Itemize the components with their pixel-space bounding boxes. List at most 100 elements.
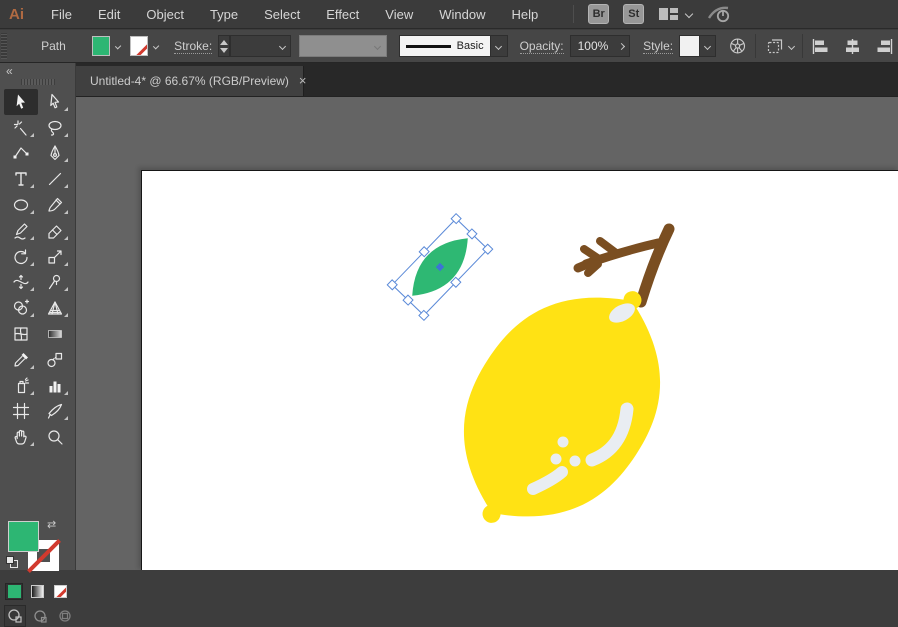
menu-select[interactable]: Select: [251, 0, 313, 29]
menu-view[interactable]: View: [372, 0, 426, 29]
fill-well[interactable]: [8, 521, 39, 552]
selection-tool[interactable]: [4, 89, 38, 115]
share-icon[interactable]: [706, 4, 732, 24]
menu-window[interactable]: Window: [426, 0, 498, 29]
align-center-icon[interactable]: [843, 38, 862, 55]
curvature-tool[interactable]: [4, 141, 38, 167]
selection-handles[interactable]: [386, 212, 494, 322]
stepper-down-icon[interactable]: [219, 47, 228, 53]
direct-selection-tool[interactable]: [38, 89, 72, 115]
slice-tool[interactable]: [38, 399, 72, 425]
column-graph-tool[interactable]: [38, 373, 72, 399]
opacity-field[interactable]: 100%: [569, 35, 631, 57]
line-segment-tool[interactable]: [38, 166, 72, 192]
eyedropper-tool[interactable]: [4, 347, 38, 373]
collapse-panel-icon[interactable]: «: [6, 64, 13, 78]
gradient-button-swatch: [30, 585, 44, 598]
chevron-down-icon: [495, 42, 503, 50]
color-button-swatch: [7, 585, 21, 598]
artboard-tool[interactable]: [4, 399, 38, 425]
stepper-up-icon[interactable]: [219, 39, 228, 45]
align-right-icon[interactable]: [875, 38, 894, 55]
rotate-tool[interactable]: [4, 244, 38, 270]
tab-close-icon[interactable]: ×: [299, 74, 307, 87]
draw-inside-button[interactable]: [54, 605, 76, 627]
chevron-down-icon: [684, 9, 694, 19]
width-tool[interactable]: [4, 270, 38, 296]
color-button[interactable]: [5, 583, 23, 600]
control-bar-separator: [802, 34, 804, 58]
opacity-label[interactable]: Opacity:: [519, 39, 564, 54]
tool-grid: [4, 89, 72, 450]
chevron-right-icon: [617, 42, 625, 50]
control-bar: Path Stroke: Basic Opacity: 100% Style:: [0, 30, 898, 63]
bridge-button[interactable]: Br: [588, 4, 610, 24]
style-label[interactable]: Style:: [643, 39, 674, 54]
draw-behind-button[interactable]: [29, 605, 51, 627]
align-left-icon[interactable]: [811, 38, 830, 55]
app-logo: Ai: [9, 5, 24, 23]
menu-effect[interactable]: Effect: [313, 0, 372, 29]
recolor-artwork-icon[interactable]: [728, 35, 747, 57]
fill-color-swatch[interactable]: [91, 36, 110, 56]
isolate-mode-icon: [768, 39, 783, 54]
lemon-stem[interactable]: [573, 223, 675, 308]
scale-tool[interactable]: [38, 244, 72, 270]
draw-normal-button[interactable]: [4, 605, 26, 627]
swap-fill-stroke-icon[interactable]: ⇄: [47, 518, 56, 531]
stroke-color-swatch[interactable]: [129, 36, 148, 56]
perspective-grid-tool[interactable]: [38, 295, 72, 321]
mesh-tool[interactable]: [4, 321, 38, 347]
paintbrush-tool[interactable]: [38, 192, 72, 218]
canvas-pasteboard[interactable]: [76, 96, 898, 570]
shaper-tool[interactable]: [4, 218, 38, 244]
paint-style-buttons: [5, 583, 69, 600]
fill-stroke-wells: ⇄: [0, 513, 76, 579]
control-bar-grip[interactable]: [1, 33, 8, 59]
stroke-weight-stepper[interactable]: [218, 35, 230, 57]
ellipse-tool[interactable]: [4, 192, 38, 218]
fill-chevron-down-icon[interactable]: [114, 42, 122, 50]
symbol-sprayer-tool[interactable]: [4, 373, 38, 399]
default-fill-stroke-icon[interactable]: [6, 556, 18, 568]
menu-file[interactable]: File: [38, 0, 85, 29]
zoom-tool[interactable]: [38, 424, 72, 450]
brush-definition-select[interactable]: Basic: [398, 35, 508, 57]
stock-button[interactable]: St: [623, 4, 645, 24]
stroke-weight-select[interactable]: [229, 35, 292, 57]
gradient-button[interactable]: [28, 583, 46, 600]
menubar-separator: [573, 5, 575, 23]
none-button-swatch: [53, 585, 67, 598]
type-tool[interactable]: [4, 166, 38, 192]
none-button[interactable]: [51, 583, 69, 600]
chevron-down-icon: [788, 42, 796, 50]
menu-type[interactable]: Type: [197, 0, 251, 29]
drawing-mode-buttons: [4, 605, 76, 627]
menu-object[interactable]: Object: [133, 0, 197, 29]
blend-tool[interactable]: [38, 347, 72, 373]
chevron-down-icon: [374, 42, 382, 50]
opacity-value: 100%: [577, 39, 609, 53]
chevron-down-icon: [704, 42, 712, 50]
artwork-layer: [386, 212, 711, 570]
hand-tool[interactable]: [4, 424, 38, 450]
document-tab[interactable]: Untitled-4* @ 66.67% (RGB/Preview) ×: [76, 66, 307, 96]
isolate-mode-button[interactable]: [764, 36, 796, 56]
menu-edit[interactable]: Edit: [85, 0, 133, 29]
gradient-tool[interactable]: [38, 321, 72, 347]
control-bar-separator: [755, 34, 757, 58]
pen-tool[interactable]: [38, 141, 72, 167]
magic-wand-tool[interactable]: [4, 115, 38, 141]
lasso-tool[interactable]: [38, 115, 72, 141]
lemon-body[interactable]: [413, 244, 711, 570]
stroke-chevron-down-icon[interactable]: [152, 42, 160, 50]
stroke-panel-label[interactable]: Stroke:: [174, 39, 213, 54]
menu-help[interactable]: Help: [498, 0, 551, 29]
puppet-warp-tool[interactable]: [38, 270, 72, 296]
style-select[interactable]: [679, 35, 717, 57]
eraser-tool[interactable]: [38, 218, 72, 244]
shape-builder-tool[interactable]: [4, 295, 38, 321]
panel-grip[interactable]: [21, 79, 55, 85]
workspace-switcher[interactable]: [658, 6, 694, 22]
brush-stroke-preview: [405, 44, 451, 48]
